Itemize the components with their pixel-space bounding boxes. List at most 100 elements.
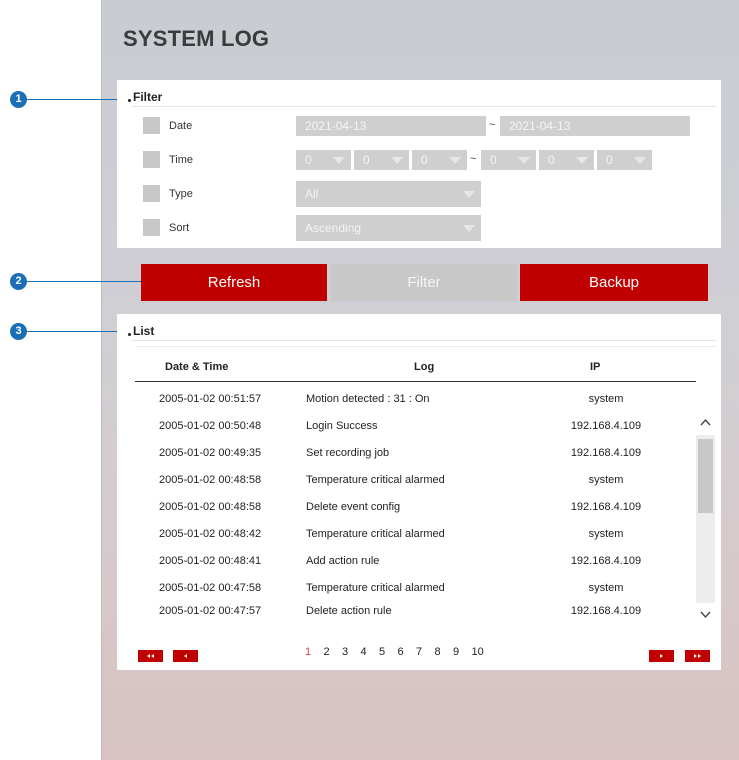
system-log-page: SYSTEM LOG 1 2 3 Filter Date 2021-04-13 … [0, 0, 739, 760]
date-from-input[interactable]: 2021-04-13 [296, 116, 486, 136]
column-header-datetime: Date & Time [165, 361, 229, 373]
cell-log: Delete action rule [306, 605, 392, 617]
cell-ip: system [588, 393, 624, 405]
cell-datetime: 2005-01-02 00:48:58 [159, 501, 262, 513]
table-row[interactable]: 2005-01-02 00:47:58 Temperature critical… [135, 582, 695, 600]
dropdown-arrow-icon [518, 157, 530, 164]
page-numbers: 1 2 3 4 5 6 7 8 9 10 [305, 646, 490, 658]
page-link[interactable]: 10 [472, 646, 491, 658]
type-select[interactable]: All [296, 181, 481, 207]
dropdown-arrow-icon [463, 225, 475, 232]
last-page-icon [694, 654, 701, 658]
cell-datetime: 2005-01-02 00:48:58 [159, 474, 262, 486]
cell-datetime: 2005-01-02 00:50:48 [159, 420, 262, 432]
log-table: Date & Time Log IP 2005-01-02 00:51:57 M… [135, 346, 717, 643]
cell-ip: 192.168.4.109 [570, 555, 642, 567]
time-to-minute-select[interactable]: 0 [539, 150, 594, 170]
time-from-second-select[interactable]: 0 [412, 150, 467, 170]
table-row[interactable]: 2005-01-02 00:47:57 Delete action rule 1… [135, 605, 695, 623]
cell-log: Login Success [306, 420, 378, 432]
filter-heading-label: Filter [133, 90, 163, 104]
sort-select[interactable]: Ascending [296, 215, 481, 241]
table-row[interactable]: 2005-01-02 00:48:58 Delete event config … [135, 501, 695, 519]
list-heading: List [128, 324, 717, 341]
page-title: SYSTEM LOG [123, 26, 270, 51]
scroll-down-button[interactable] [696, 603, 715, 643]
page-link[interactable]: 4 [361, 646, 380, 658]
table-row[interactable]: 2005-01-02 00:48:58 Temperature critical… [135, 474, 695, 492]
date-to-input[interactable]: 2021-04-13 [500, 116, 690, 136]
page-link[interactable]: 9 [453, 646, 472, 658]
cell-log: Temperature critical alarmed [306, 528, 445, 540]
callout-badge-1: 1 [10, 91, 27, 108]
type-select-value: All [305, 187, 319, 201]
time-label: Time [169, 154, 194, 166]
sort-select-value: Ascending [305, 221, 362, 235]
time-to-minute-value: 0 [548, 153, 555, 167]
date-checkbox[interactable] [143, 117, 160, 134]
time-checkbox[interactable] [143, 151, 160, 168]
cell-datetime: 2005-01-02 00:48:41 [159, 555, 262, 567]
time-from-hour-value: 0 [305, 153, 312, 167]
cell-log: Delete event config [306, 501, 401, 513]
filter-button[interactable]: Filter [331, 264, 517, 301]
chevron-down-icon [700, 611, 711, 619]
first-page-icon [147, 654, 154, 658]
cell-datetime: 2005-01-02 00:49:35 [159, 447, 262, 459]
page-link[interactable]: 6 [398, 646, 417, 658]
backup-button[interactable]: Backup [520, 264, 708, 301]
cell-ip: 192.168.4.109 [570, 447, 642, 459]
table-row[interactable]: 2005-01-02 00:49:35 Set recording job 19… [135, 447, 695, 465]
time-to-second-value: 0 [606, 153, 613, 167]
page-link[interactable]: 7 [416, 646, 435, 658]
cell-ip: 192.168.4.109 [570, 605, 642, 617]
dropdown-arrow-icon [391, 157, 403, 164]
cell-ip: 192.168.4.109 [570, 420, 642, 432]
page-link[interactable]: 8 [435, 646, 454, 658]
time-from-minute-select[interactable]: 0 [354, 150, 409, 170]
page-link[interactable]: 3 [342, 646, 361, 658]
filter-heading-bullet [128, 99, 131, 102]
cell-ip: system [588, 474, 624, 486]
time-to-hour-select[interactable]: 0 [481, 150, 536, 170]
refresh-button[interactable]: Refresh [141, 264, 327, 301]
callout-badge-3: 3 [10, 323, 27, 340]
list-heading-divider [131, 340, 717, 341]
list-heading-bullet [128, 333, 131, 336]
cell-log: Temperature critical alarmed [306, 474, 445, 486]
dropdown-arrow-icon [333, 157, 345, 164]
time-to-second-select[interactable]: 0 [597, 150, 652, 170]
next-page-icon [660, 654, 663, 658]
time-from-hour-select[interactable]: 0 [296, 150, 351, 170]
table-scrollbar[interactable] [696, 395, 715, 643]
table-row[interactable]: 2005-01-02 00:48:41 Add action rule 192.… [135, 555, 695, 573]
list-section: List Date & Time Log IP 2005-01-02 00:51… [117, 314, 721, 670]
next-page-button[interactable] [649, 650, 674, 662]
chevron-up-icon [700, 418, 711, 426]
page-link[interactable]: 5 [379, 646, 398, 658]
time-to-hour-value: 0 [490, 153, 497, 167]
scroll-up-button[interactable] [696, 395, 715, 435]
cell-datetime: 2005-01-02 00:51:57 [159, 393, 262, 405]
cell-log: Set recording job [306, 447, 390, 459]
last-page-button[interactable] [685, 650, 710, 662]
cell-log: Add action rule [306, 555, 380, 567]
page-link[interactable]: 1 [305, 646, 324, 658]
time-range-separator: ~ [470, 153, 477, 165]
table-header-divider [135, 381, 696, 382]
table-row[interactable]: 2005-01-02 00:48:42 Temperature critical… [135, 528, 695, 546]
table-row[interactable]: 2005-01-02 00:51:57 Motion detected : 31… [135, 393, 695, 411]
page-link[interactable]: 2 [324, 646, 343, 658]
type-label: Type [169, 188, 193, 200]
date-label: Date [169, 120, 193, 132]
sort-checkbox[interactable] [143, 219, 160, 236]
scroll-thumb[interactable] [698, 439, 713, 513]
filter-heading-divider [131, 106, 717, 107]
prev-page-button[interactable] [173, 650, 198, 662]
cell-datetime: 2005-01-02 00:47:57 [159, 605, 262, 617]
cell-datetime: 2005-01-02 00:47:58 [159, 582, 262, 594]
first-page-button[interactable] [138, 650, 163, 662]
sort-label: Sort [169, 222, 190, 234]
table-row[interactable]: 2005-01-02 00:50:48 Login Success 192.16… [135, 420, 695, 438]
type-checkbox[interactable] [143, 185, 160, 202]
